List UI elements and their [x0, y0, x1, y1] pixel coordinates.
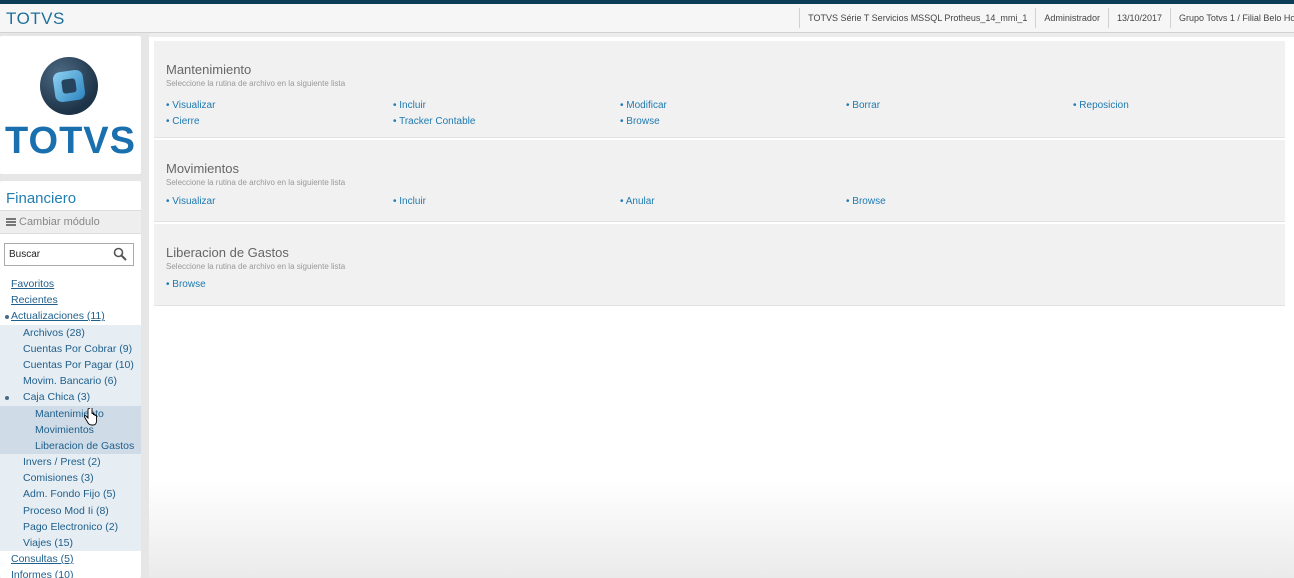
menu-item-viajes[interactable]: Viajes (15)	[0, 535, 141, 552]
app-brand: TOTVS	[6, 9, 65, 28]
link-reposicion[interactable]: • Reposicion	[1073, 100, 1129, 111]
expanded-bullet-icon	[5, 396, 9, 401]
menu-item-comisiones[interactable]: Comisiones (3)	[0, 470, 141, 487]
section-title: Liberacion de Gastos	[166, 245, 289, 260]
menu-item-consultas[interactable]: Consultas (5)	[0, 551, 141, 567]
menu-tree: Favoritos Recientes Actualizaciones (11)…	[0, 276, 141, 578]
menu-item-movimientos[interactable]: Movimientos	[0, 421, 141, 438]
menu-item-pago-electronico[interactable]: Pago Electronico (2)	[0, 518, 141, 535]
menu-item-archivos[interactable]: Archivos (28)	[0, 324, 141, 341]
totvs-logo-icon	[40, 57, 98, 115]
link-incluir[interactable]: • Incluir	[393, 196, 426, 207]
change-module-label: Cambiar módulo	[19, 216, 100, 228]
menu-item-mantenimiento[interactable]: Mantenimiento	[0, 405, 141, 422]
logo: TOTVS	[0, 36, 141, 174]
module-panel: Financiero Cambiar módulo Favoritos Reci…	[0, 181, 141, 578]
section-subtitle: Seleccione la rutina de archivo en la si…	[166, 262, 346, 271]
company-branch: Grupo Totvs 1 / Filial Belo Hor	[1170, 8, 1294, 28]
section-subtitle: Seleccione la rutina de archivo en la si…	[166, 178, 346, 187]
environment-info: TOTVS Série T Servicios MSSQL Protheus_1…	[799, 8, 1035, 28]
link-cierre[interactable]: • Cierre	[166, 116, 200, 127]
menu-item-movim-bancario[interactable]: Movim. Bancario (6)	[0, 373, 141, 390]
bottom-fade	[149, 480, 1294, 578]
menu-item-cuentas-por-pagar[interactable]: Cuentas Por Pagar (10)	[0, 356, 141, 374]
section-movimientos: Movimientos Seleccione la rutina de arch…	[154, 140, 1285, 222]
link-visualizar[interactable]: • Visualizar	[166, 100, 215, 111]
section-subtitle: Seleccione la rutina de archivo en la si…	[166, 79, 346, 88]
section-title: Mantenimiento	[166, 62, 252, 77]
menu-item-actualizaciones[interactable]: Actualizaciones (11)	[0, 308, 141, 324]
menu-item-invers-prest[interactable]: Invers / Prest (2)	[0, 454, 141, 471]
menu-item-cuentas-por-cobrar[interactable]: Cuentas Por Cobrar (9)	[0, 340, 141, 357]
menu-item-proceso-mod-ii[interactable]: Proceso Mod Ii (8)	[0, 502, 141, 519]
menu-item-liberacion-de-gastos[interactable]: Liberacion de Gastos	[0, 437, 141, 455]
menu-item-informes[interactable]: Informes (10)	[0, 567, 141, 578]
hand-cursor-icon	[84, 408, 97, 426]
search-icon[interactable]	[113, 247, 127, 261]
section-mantenimiento: Mantenimiento Seleccione la rutina de ar…	[154, 41, 1285, 138]
link-browse[interactable]: • Browse	[620, 116, 660, 127]
status-bar: TOTVS Série T Servicios MSSQL Protheus_1…	[799, 8, 1294, 28]
link-browse[interactable]: • Browse	[166, 279, 206, 290]
menu-item-favoritos[interactable]: Favoritos	[0, 276, 141, 292]
system-date: 13/10/2017	[1107, 8, 1170, 28]
link-visualizar[interactable]: • Visualizar	[166, 196, 215, 207]
section-title: Movimientos	[166, 161, 239, 176]
link-tracker-contable[interactable]: • Tracker Contable	[393, 116, 475, 127]
user-name: Administrador	[1035, 8, 1108, 28]
menu-item-adm-fondo-fijo[interactable]: Adm. Fondo Fijo (5)	[0, 486, 141, 503]
link-anular[interactable]: • Anular	[620, 196, 655, 207]
search-box	[4, 243, 134, 266]
link-browse[interactable]: • Browse	[846, 196, 886, 207]
search-input[interactable]	[5, 244, 109, 265]
link-borrar[interactable]: • Borrar	[846, 100, 880, 111]
sidebar: TOTVS Financiero Cambiar módulo Favorito…	[0, 33, 149, 578]
logo-text: TOTVS	[5, 120, 136, 162]
top-bar: TOTVS TOTVS Série T Servicios MSSQL Prot…	[0, 0, 1294, 33]
link-incluir[interactable]: • Incluir	[393, 100, 426, 111]
link-modificar[interactable]: • Modificar	[620, 100, 667, 111]
section-liberacion-de-gastos: Liberacion de Gastos Seleccione la rutin…	[154, 224, 1285, 306]
menu-icon	[6, 218, 16, 226]
menu-item-recientes[interactable]: Recientes	[0, 292, 141, 308]
module-title: Financiero	[6, 190, 77, 207]
expanded-bullet-icon	[5, 315, 9, 320]
menu-item-caja-chica[interactable]: Caja Chica (3)	[0, 389, 141, 406]
change-module-button[interactable]: Cambiar módulo	[0, 210, 141, 234]
